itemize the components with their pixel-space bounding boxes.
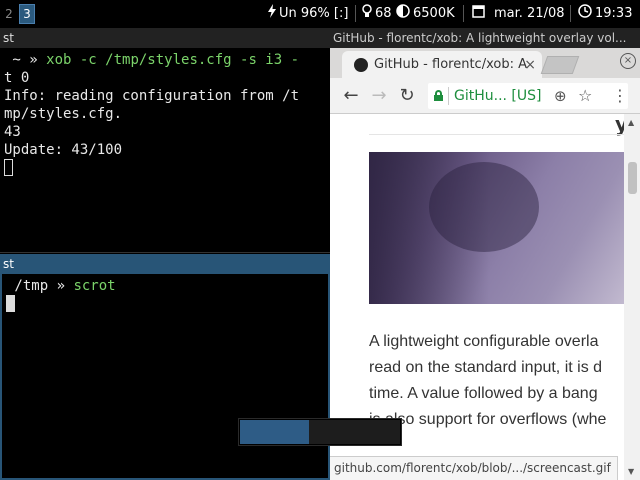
image-shading bbox=[429, 162, 539, 252]
heading-fragment: y bbox=[615, 114, 624, 136]
forward-icon[interactable]: → bbox=[368, 84, 390, 108]
progress-fill bbox=[240, 420, 309, 444]
output-line: Update: 43/100 bbox=[4, 142, 123, 158]
battery-text: Un 96% [:] bbox=[279, 6, 349, 21]
readme-description: A lightweight configurable overla read o… bbox=[369, 329, 624, 433]
scrollbar-thumb[interactable] bbox=[628, 162, 637, 194]
close-icon[interactable]: × bbox=[524, 51, 536, 79]
zoom-icon[interactable]: ⊕ bbox=[554, 83, 567, 109]
address-bar[interactable]: GitHu... [US] ⊕ ☆ ⋮ bbox=[428, 83, 628, 109]
description-line: read on the standard input, it is d bbox=[369, 359, 603, 376]
lightning-icon bbox=[268, 4, 276, 24]
contrast-icon bbox=[396, 4, 410, 24]
workspace-3-button[interactable]: 3 bbox=[19, 4, 35, 24]
screencast-image[interactable] bbox=[369, 152, 624, 304]
time-text: 19:33 bbox=[595, 6, 633, 21]
workspace-2-button[interactable]: 2 bbox=[1, 4, 17, 24]
address-text: GitHu... [US] bbox=[454, 88, 542, 104]
color-temp-status: 6500K bbox=[396, 4, 455, 24]
description-line: A lightweight configurable overla bbox=[369, 333, 599, 350]
terminal-output[interactable]: ~ » xob -c /tmp/styles.cfg -s i3 - t 0 I… bbox=[0, 48, 330, 253]
bulb-icon bbox=[362, 4, 372, 24]
status-separator bbox=[570, 5, 571, 22]
terminal-bottom[interactable]: st /tmp » scrot bbox=[0, 254, 330, 480]
terminal-top[interactable]: st ~ » xob -c /tmp/styles.cfg -s i3 - t … bbox=[0, 28, 330, 253]
xob-overlay-bar bbox=[238, 418, 402, 446]
status-separator bbox=[463, 5, 464, 22]
battery-status: Un 96% [:] bbox=[268, 4, 349, 24]
date-status: mar. 21/08 bbox=[472, 5, 565, 23]
color-temp-text: 6500K bbox=[413, 6, 455, 21]
output-line: mp/styles.cfg. bbox=[4, 106, 123, 122]
scroll-up-icon[interactable]: ▲ bbox=[628, 118, 634, 127]
status-separator bbox=[355, 5, 356, 22]
tab-strip: GitHub - florentc/xob: A × × bbox=[330, 48, 640, 79]
window-close-icon[interactable]: × bbox=[620, 53, 636, 69]
menu-icon[interactable]: ⋮ bbox=[612, 83, 628, 109]
lock-icon bbox=[434, 90, 443, 101]
i3-status-bar: 2 3 Un 96% [:] 68 6500K mar. 21/08 19:33 bbox=[0, 0, 640, 28]
window-title: st bbox=[0, 28, 330, 48]
brightness-status: 68 bbox=[362, 4, 392, 24]
new-tab-button[interactable] bbox=[540, 56, 580, 74]
terminal-output[interactable]: /tmp » scrot bbox=[0, 274, 330, 480]
link-status-bubble: github.com/florentc/xob/blob/.../screenc… bbox=[330, 456, 618, 480]
tab-github[interactable]: GitHub - florentc/xob: A × bbox=[342, 51, 542, 79]
time-status: 19:33 bbox=[578, 4, 633, 24]
terminal-cursor bbox=[4, 159, 13, 176]
terminal-cursor bbox=[6, 295, 15, 312]
output-line: Info: reading configuration from /t bbox=[4, 88, 300, 104]
divider bbox=[369, 134, 624, 135]
prompt: ~ » bbox=[4, 52, 47, 68]
brightness-text: 68 bbox=[375, 6, 392, 21]
prompt: /tmp » bbox=[6, 278, 74, 294]
browser-window[interactable]: GitHub - florentc/xob: A lightweight ove… bbox=[330, 28, 640, 480]
description-line: time. A value followed by a bang bbox=[369, 385, 598, 402]
progress-track bbox=[240, 420, 400, 444]
command-text: xob -c /tmp/styles.cfg -s i3 - bbox=[46, 52, 300, 68]
tab-title: GitHub - florentc/xob: A bbox=[374, 57, 527, 72]
reload-icon[interactable]: ↻ bbox=[396, 84, 418, 108]
command-text: scrot bbox=[73, 278, 116, 294]
github-icon bbox=[354, 58, 368, 72]
date-text: mar. 21/08 bbox=[494, 6, 565, 21]
calendar-icon bbox=[472, 4, 485, 24]
clock-icon bbox=[578, 4, 592, 24]
back-icon[interactable]: ← bbox=[340, 84, 362, 108]
bookmark-star-icon[interactable]: ☆ bbox=[578, 83, 592, 109]
divider bbox=[448, 87, 449, 105]
window-title: GitHub - florentc/xob: A lightweight ove… bbox=[330, 28, 640, 48]
scrollbar[interactable]: ▲ ▼ bbox=[624, 114, 640, 480]
scroll-down-icon[interactable]: ▼ bbox=[628, 467, 634, 476]
browser-toolbar: ← → ↻ GitHu... [US] ⊕ ☆ ⋮ bbox=[330, 78, 640, 114]
output-line: 43 bbox=[4, 124, 21, 140]
window-title: st bbox=[0, 254, 330, 274]
command-wrap: t 0 bbox=[4, 70, 30, 86]
description-line: is also support for overflows (whe bbox=[369, 411, 607, 428]
